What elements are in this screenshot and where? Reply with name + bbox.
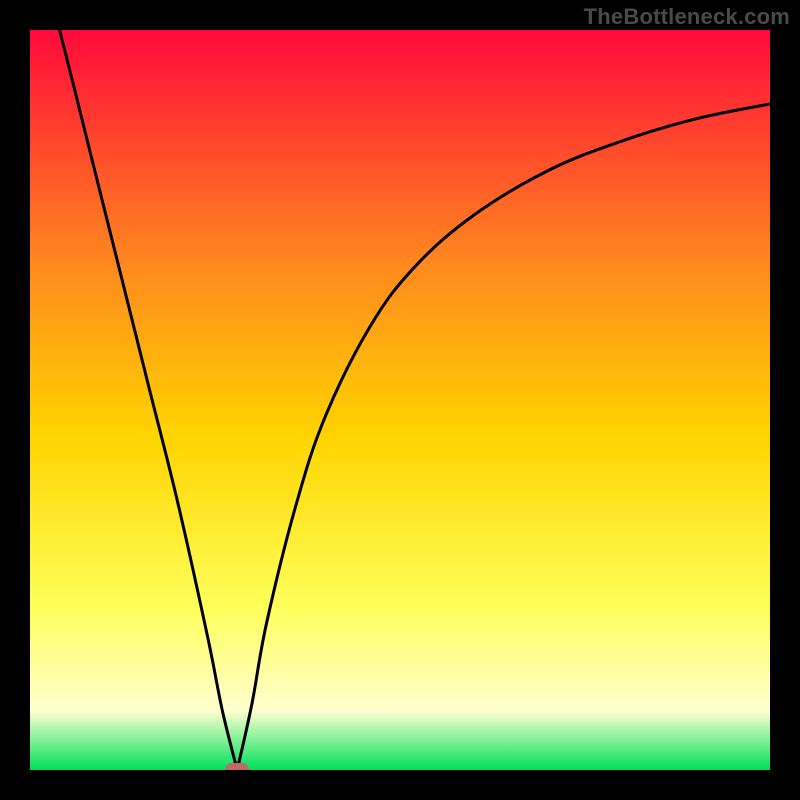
bottleneck-curve (30, 30, 770, 770)
plot-area (30, 30, 770, 770)
chart-frame: TheBottleneck.com (0, 0, 800, 800)
optimum-marker (225, 763, 249, 770)
watermark-text: TheBottleneck.com (584, 4, 790, 30)
